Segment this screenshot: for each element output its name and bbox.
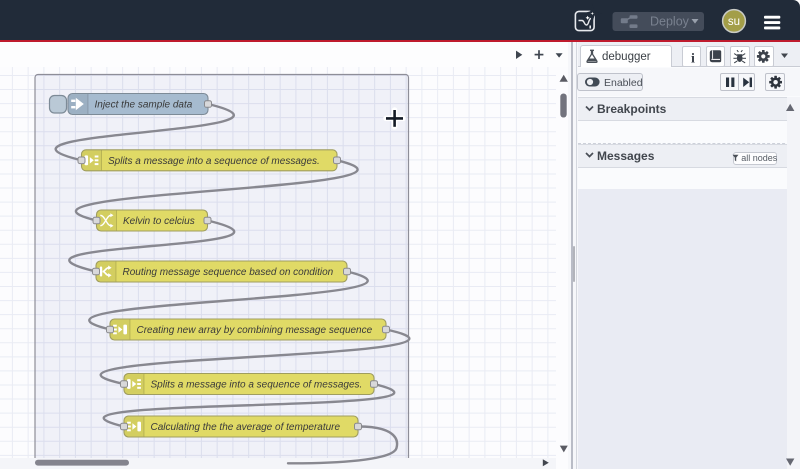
svg-text:i: i [691, 52, 695, 67]
svg-text:Inject the sample data: Inject the sample data [95, 100, 193, 111]
svg-text:Kelvin to celcius: Kelvin to celcius [123, 216, 195, 227]
svg-text:Splits a message into a sequen: Splits a message into a sequence of mess… [151, 380, 363, 391]
svg-text:su: su [728, 16, 740, 28]
svg-text:Splits a message into a sequen: Splits a message into a sequence of mess… [108, 156, 320, 167]
svg-text:Creating new array by combinin: Creating new array by combining message … [137, 325, 373, 336]
svg-text:Calculating the the average of: Calculating the the average of temperatu… [151, 422, 341, 433]
svg-text:Enabled: Enabled [604, 77, 643, 89]
svg-text:Deploy: Deploy [650, 15, 690, 29]
svg-text:Routing message sequence based: Routing message sequence based on condit… [123, 267, 334, 278]
